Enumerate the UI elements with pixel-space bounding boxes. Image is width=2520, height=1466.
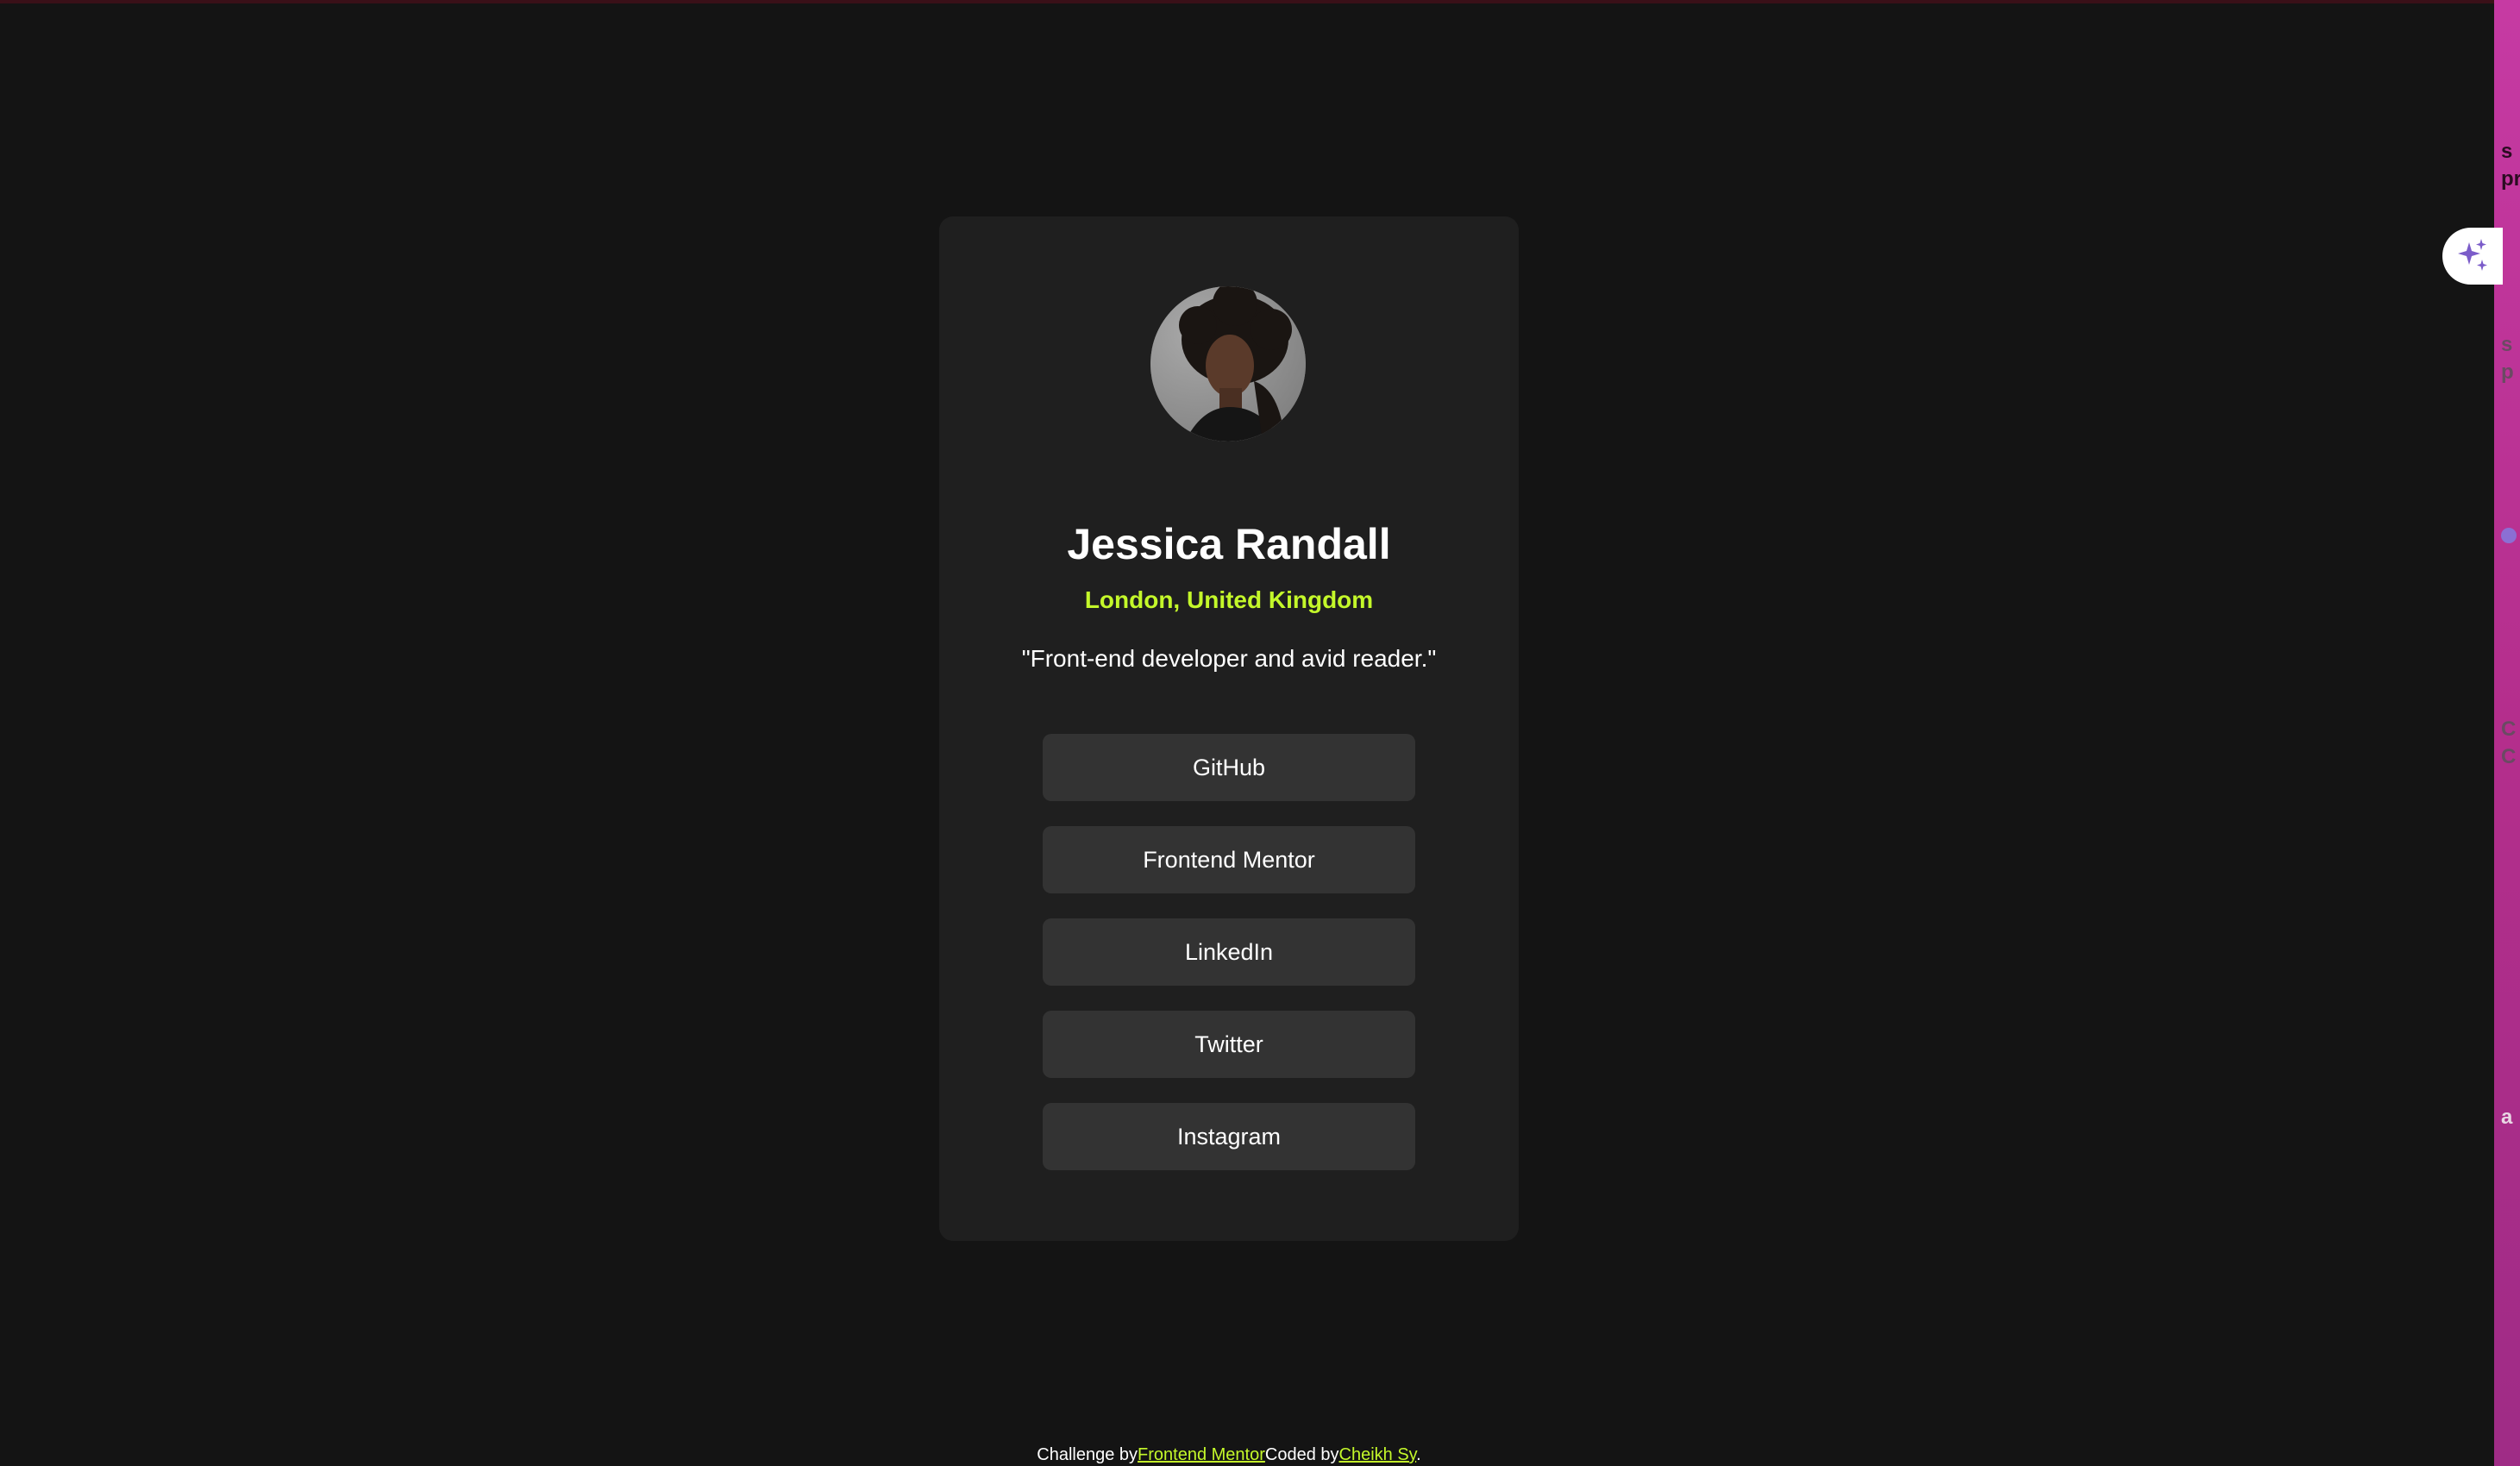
side-fragment: C bbox=[2501, 745, 2517, 768]
side-fragment: s bbox=[2501, 140, 2513, 163]
instagram-link-button[interactable]: Instagram bbox=[1043, 1103, 1415, 1170]
browser-viewport: Jessica Randall London, United Kingdom "… bbox=[0, 3, 2494, 1466]
side-fragment: C bbox=[2501, 717, 2517, 741]
linkedin-link-button[interactable]: LinkedIn bbox=[1043, 918, 1415, 986]
profile-card: Jessica Randall London, United Kingdom "… bbox=[939, 216, 1519, 1241]
frontend-mentor-footer-link[interactable]: Frontend Mentor bbox=[1138, 1445, 1265, 1464]
side-panel-edge: s pr s p C C a bbox=[2494, 0, 2520, 1466]
sparkle-icon bbox=[2458, 239, 2487, 271]
profile-name: Jessica Randall bbox=[1067, 520, 1391, 568]
profile-bio: "Front-end developer and avid reader." bbox=[1021, 645, 1437, 672]
side-fragment: s bbox=[2501, 333, 2513, 356]
avatar-image bbox=[1150, 286, 1306, 442]
footer-suffix: . bbox=[1416, 1445, 1421, 1464]
status-dot bbox=[2501, 528, 2517, 543]
assistant-button[interactable] bbox=[2442, 228, 2503, 285]
side-fragment: a bbox=[2501, 1106, 2513, 1129]
author-footer-link[interactable]: Cheikh Sy bbox=[1339, 1445, 1417, 1464]
side-fragment: pr bbox=[2501, 167, 2520, 191]
github-link-button[interactable]: GitHub bbox=[1043, 734, 1415, 801]
coded-prefix: Coded by bbox=[1264, 1445, 1339, 1464]
challenge-prefix: Challenge by bbox=[1037, 1445, 1138, 1464]
avatar bbox=[1150, 286, 1306, 442]
attribution-footer: Challenge byFrontend MentorCoded byCheik… bbox=[0, 1444, 2458, 1466]
frontend-mentor-link-button[interactable]: Frontend Mentor bbox=[1043, 826, 1415, 893]
side-fragment: p bbox=[2501, 360, 2514, 384]
social-links: GitHub Frontend Mentor LinkedIn Twitter … bbox=[1043, 734, 1415, 1195]
twitter-link-button[interactable]: Twitter bbox=[1043, 1011, 1415, 1078]
page: Jessica Randall London, United Kingdom "… bbox=[0, 0, 2520, 1466]
profile-location: London, United Kingdom bbox=[1084, 586, 1374, 613]
